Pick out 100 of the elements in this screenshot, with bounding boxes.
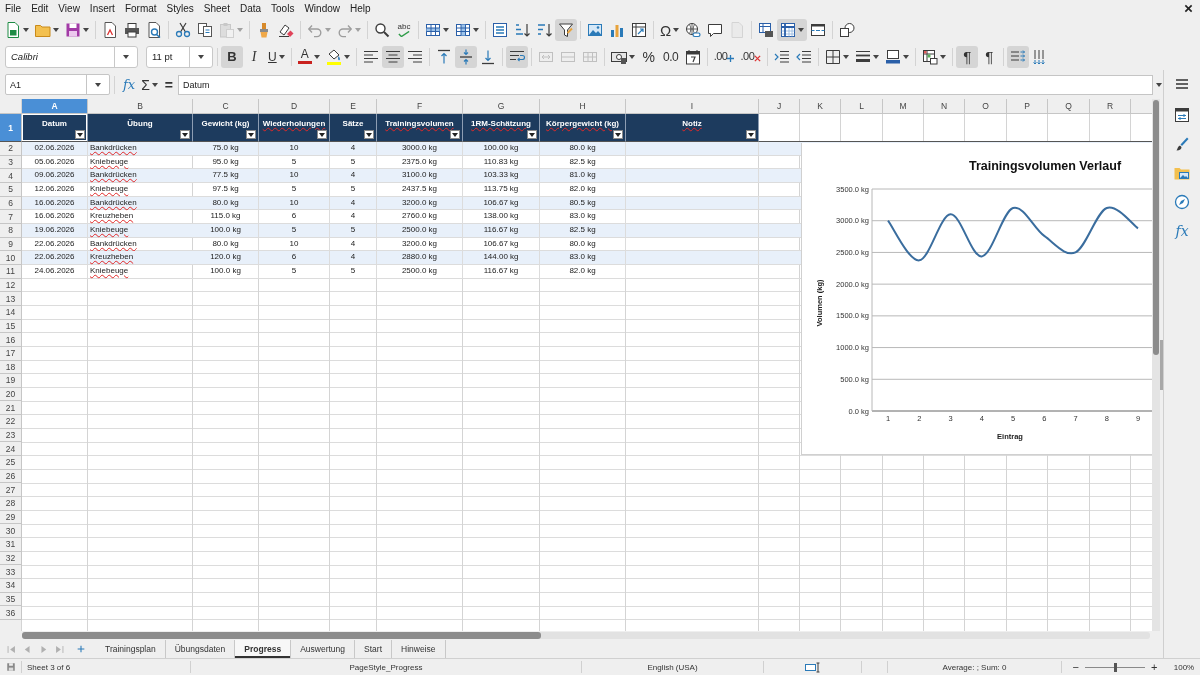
right-to-left-button[interactable]: ¶ (978, 45, 1001, 68)
scrollbar-thumb[interactable] (22, 632, 541, 639)
spelling-button[interactable]: abc (393, 19, 415, 41)
formula-button[interactable]: = (162, 74, 175, 95)
caret-icon (628, 54, 635, 59)
spreadsheet-grid[interactable] (0, 99, 1152, 631)
filter-dropdown-button[interactable] (364, 130, 374, 139)
compass-icon (1174, 194, 1190, 210)
filter-dropdown-button[interactable] (246, 130, 256, 139)
close-document-button[interactable] (1184, 4, 1193, 13)
table-cell: 5 (330, 264, 377, 279)
globe-link-icon (685, 22, 702, 38)
filter-dropdown-button[interactable] (450, 130, 460, 139)
percent-button[interactable]: % (637, 45, 660, 68)
italic-button[interactable]: I (243, 45, 265, 68)
undo-arrow-icon (307, 22, 323, 38)
caret-icon (151, 82, 158, 87)
row-header[interactable]: 25 (0, 456, 22, 470)
caret-icon (123, 54, 129, 59)
sheet-info: Sheet 3 of 6 (27, 662, 71, 672)
row-header[interactable]: 36 (0, 606, 22, 620)
vertical-scrollbar[interactable] (1152, 99, 1160, 631)
menu-item[interactable]: View (53, 0, 85, 17)
align-center-button[interactable] (381, 45, 404, 68)
number-format-standard-button[interactable]: 0.0 (659, 45, 682, 68)
menu-item[interactable]: Data (234, 0, 267, 17)
row-header[interactable]: 31 (0, 538, 22, 552)
delete-decimal-button[interactable]: .00 (737, 45, 765, 68)
align-middle-button[interactable] (454, 45, 477, 68)
formula-input[interactable]: Datum (178, 74, 1153, 95)
menu-item[interactable]: Sheet (198, 0, 235, 17)
row-header[interactable]: 24 (0, 442, 22, 457)
scrollbar-thumb[interactable] (1153, 100, 1159, 355)
row-header[interactable]: 2 (0, 142, 22, 156)
underline-button[interactable]: U (265, 45, 288, 68)
bold-button[interactable]: B (221, 45, 243, 68)
wrap-text-button[interactable] (505, 45, 528, 68)
font-color-button[interactable]: A (294, 45, 323, 68)
row-header[interactable]: 30 (0, 524, 22, 539)
row-header[interactable]: 7 (0, 210, 22, 224)
freeze-button[interactable] (777, 19, 808, 41)
selection-mode-icon[interactable] (804, 661, 821, 673)
row-header[interactable]: 28 (0, 497, 22, 511)
caret-icon (443, 28, 449, 32)
table-cell: 138.00 kg (463, 210, 540, 224)
text-direction-button[interactable] (1007, 45, 1030, 68)
row-header[interactable]: 13 (0, 292, 22, 306)
special-character-button[interactable]: Ω (657, 19, 683, 41)
colored-grid-icon (922, 48, 939, 65)
printer-icon (124, 22, 140, 38)
row-header[interactable]: 10 (0, 251, 22, 265)
page-style: PageStyle_Progress (349, 662, 423, 672)
filter-dropdown-button[interactable] (746, 130, 756, 139)
menu-item[interactable]: Format (119, 0, 162, 17)
add-decimal-button[interactable]: .00 (710, 45, 738, 68)
row-header[interactable]: 27 (0, 483, 22, 498)
menu-item[interactable]: Edit (26, 0, 54, 17)
autofilter-button[interactable] (555, 19, 577, 41)
sheet-tab[interactable]: Hinweise (392, 640, 446, 658)
row-header[interactable]: 19 (0, 374, 22, 388)
zoom-in-button[interactable]: + (1149, 661, 1160, 673)
row-header[interactable]: 16 (0, 333, 22, 347)
filter-dropdown-button[interactable] (75, 130, 85, 139)
document-icon (729, 22, 746, 38)
horizontal-scrollbar[interactable] (22, 632, 1150, 639)
table-cell: 5 (330, 182, 377, 197)
menu-item[interactable]: Window (299, 0, 345, 17)
menu-item[interactable]: File (0, 0, 27, 17)
zoom-out-button[interactable]: − (1070, 661, 1081, 673)
sidebar-handle[interactable] (1160, 340, 1163, 390)
font-size-box[interactable]: 11 pt (146, 45, 213, 68)
row-header[interactable]: 22 (0, 415, 22, 429)
caret-icon (278, 54, 285, 59)
functions-deck-button[interactable]: fx (1171, 220, 1193, 242)
row-header[interactable]: 34 (0, 579, 22, 593)
caret-icon (23, 28, 29, 32)
name-box[interactable]: A1 (5, 74, 110, 95)
menu-item[interactable]: Insert (84, 0, 120, 17)
sum-button[interactable]: Σ (139, 74, 160, 95)
row-header[interactable]: 4 (0, 169, 22, 183)
sheet-tab[interactable]: Trainingsplan (96, 640, 166, 658)
sheet-tab[interactable]: Start (355, 640, 392, 658)
menu-item[interactable]: Styles (161, 0, 199, 17)
row-header[interactable]: 33 (0, 565, 22, 579)
font-name-box[interactable]: Calibri (5, 45, 138, 68)
filter-dropdown-button[interactable] (180, 130, 190, 139)
document-magnifier-icon (146, 22, 162, 38)
row-header[interactable]: 21 (0, 401, 22, 416)
left-to-right-button[interactable]: ¶ (956, 45, 979, 68)
skip-right-icon (53, 643, 65, 655)
filter-dropdown-button[interactable] (527, 130, 537, 139)
filter-dropdown-button[interactable] (317, 130, 327, 139)
zoom-level[interactable]: 100% (1173, 662, 1195, 672)
function-wizard-button[interactable]: fx (121, 74, 138, 95)
menu-item[interactable]: Tools (266, 0, 300, 17)
slider-thumb[interactable] (1113, 662, 1117, 672)
menu-item[interactable]: Help (345, 0, 376, 17)
sheet-tab[interactable]: Progress (235, 640, 292, 658)
filter-dropdown-button[interactable] (613, 130, 623, 139)
sheet-tab[interactable]: Auswertung (291, 640, 356, 658)
